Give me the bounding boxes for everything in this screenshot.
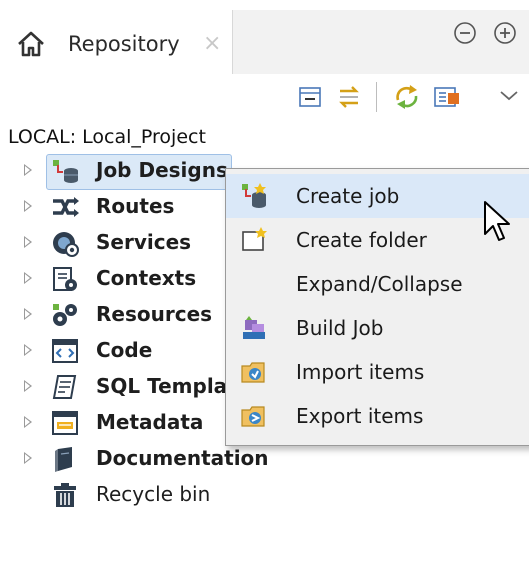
filter-icon[interactable] — [432, 82, 462, 112]
tree-item-label: Services — [96, 230, 192, 254]
minimize-icon[interactable] — [452, 20, 478, 46]
menu-item-build-job[interactable]: Build Job — [226, 306, 529, 350]
repository-tab[interactable]: Repository × — [0, 10, 233, 74]
menu-item-label: Export items — [296, 404, 424, 428]
link-with-editor-icon[interactable] — [334, 82, 364, 112]
tree-item-label: Routes — [96, 194, 175, 218]
tree-item-label: Job Designs — [96, 158, 228, 182]
tree-item-label: Metadata — [96, 410, 204, 434]
tree-item-label: Code — [96, 338, 153, 362]
view-menu-chevron-icon[interactable] — [496, 82, 522, 112]
contexts-icon — [53, 267, 77, 291]
tree-item-label: Recycle bin — [96, 482, 211, 506]
import-items-icon — [241, 362, 265, 383]
services-icon — [53, 232, 79, 257]
recycle-bin-icon — [54, 483, 76, 507]
create-folder-icon — [242, 227, 267, 251]
expand-arrow-icon[interactable] — [24, 272, 32, 284]
menu-item-label: Create folder — [296, 228, 427, 252]
expand-arrow-icon[interactable] — [24, 236, 32, 248]
tree-item-label: Resources — [96, 302, 213, 326]
mouse-pointer-icon — [484, 201, 510, 241]
tree-item-recycle-bin[interactable]: Recycle bin — [0, 478, 300, 512]
menu-item-expand-collapse[interactable]: Expand/Collapse — [226, 262, 529, 306]
tab-close-icon[interactable]: × — [203, 31, 221, 56]
expand-arrow-icon[interactable] — [24, 308, 32, 320]
tree-item-label: SQL Templa — [96, 374, 228, 398]
menu-item-label: Expand/Collapse — [296, 272, 463, 296]
home-icon — [18, 31, 44, 57]
maximize-icon[interactable] — [492, 20, 518, 46]
code-icon — [52, 339, 78, 363]
expand-arrow-icon[interactable] — [24, 200, 32, 212]
menu-item-export-items[interactable]: Export items — [226, 394, 529, 438]
build-job-icon — [243, 316, 265, 339]
expand-arrow-icon[interactable] — [24, 416, 32, 428]
metadata-icon — [52, 411, 78, 435]
menu-item-label: Import items — [296, 360, 425, 384]
tree-item-documentation[interactable]: Documentation — [0, 442, 300, 476]
expand-arrow-icon[interactable] — [24, 452, 32, 464]
tab-title: Repository — [68, 32, 180, 56]
toolbar-separator — [376, 82, 377, 112]
expand-arrow-icon[interactable] — [24, 380, 32, 392]
resources-icon — [53, 304, 77, 326]
expand-arrow-icon[interactable] — [24, 164, 32, 176]
collapse-all-icon[interactable] — [296, 82, 326, 112]
project-label: LOCAL: Local_Project — [8, 126, 206, 148]
job-designs-icon — [53, 160, 78, 183]
sql-templates-icon — [52, 375, 77, 399]
menu-item-import-items[interactable]: Import items — [226, 350, 529, 394]
documentation-icon — [55, 447, 72, 472]
menu-item-label: Build Job — [296, 316, 384, 340]
tree-item-label: Documentation — [96, 446, 269, 470]
routes-icon — [53, 197, 79, 217]
menu-item-label: Create job — [296, 184, 400, 208]
tree-item-label: Contexts — [96, 266, 197, 290]
export-items-icon — [241, 406, 265, 427]
create-job-icon — [242, 183, 266, 208]
expand-arrow-icon[interactable] — [24, 344, 32, 356]
top-strip — [0, 0, 529, 10]
refresh-icon[interactable] — [392, 82, 422, 112]
